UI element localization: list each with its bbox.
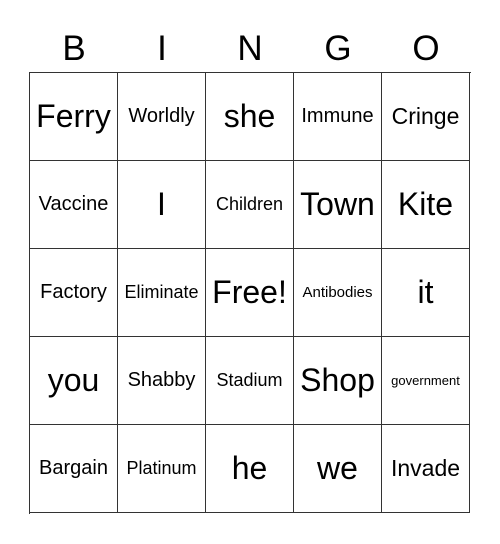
free-space-cell: Free! (206, 249, 294, 337)
header-letter-b: B (62, 29, 86, 68)
bingo-cell: Invade (382, 425, 470, 513)
bingo-cell: Stadium (206, 337, 294, 425)
bingo-cell: you (30, 337, 118, 425)
header-letter-g: G (324, 29, 352, 68)
bingo-cell: Bargain (30, 425, 118, 513)
bingo-cell: Shop (294, 337, 382, 425)
header-letter-i: I (157, 29, 167, 68)
bingo-grid: Ferry Worldly she Immune Cringe Vaccine … (29, 72, 471, 514)
bingo-cell: we (294, 425, 382, 513)
bingo-cell: she (206, 73, 294, 161)
bingo-cell: Immune (294, 73, 382, 161)
bingo-cell: Eliminate (118, 249, 206, 337)
bingo-cell: it (382, 249, 470, 337)
bingo-cell: Platinum (118, 425, 206, 513)
header-letter-o: O (412, 29, 440, 68)
bingo-cell: he (206, 425, 294, 513)
bingo-cell: Children (206, 161, 294, 249)
bingo-cell: Kite (382, 161, 470, 249)
bingo-cell: Shabby (118, 337, 206, 425)
bingo-cell: Ferry (30, 73, 118, 161)
bingo-cell: Town (294, 161, 382, 249)
bingo-cell: Worldly (118, 73, 206, 161)
bingo-cell: Cringe (382, 73, 470, 161)
bingo-cell: Factory (30, 249, 118, 337)
bingo-cell: Vaccine (30, 161, 118, 249)
bingo-header: B I N G O (30, 26, 470, 72)
bingo-cell: I (118, 161, 206, 249)
bingo-cell: Antibodies (294, 249, 382, 337)
header-letter-n: N (237, 29, 263, 68)
bingo-cell: government (382, 337, 470, 425)
